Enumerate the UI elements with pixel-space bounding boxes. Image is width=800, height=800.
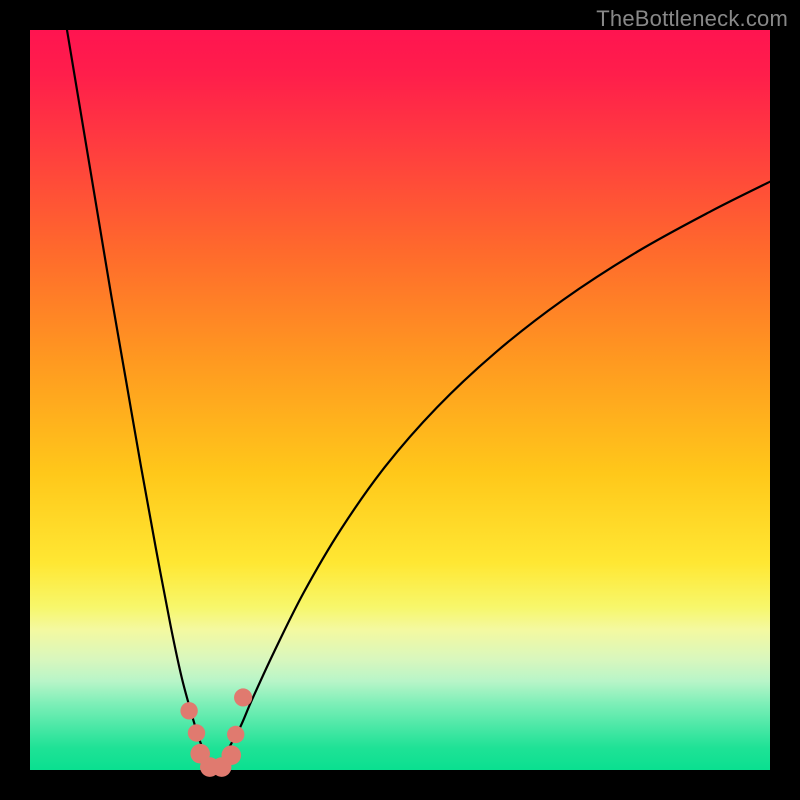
plot-area: [30, 30, 770, 770]
right-branch-curve: [215, 182, 770, 770]
trough-marker: [234, 688, 252, 706]
trough-marker: [180, 702, 197, 719]
trough-marker: [188, 724, 205, 741]
left-branch-curve: [67, 30, 215, 770]
watermark-label: TheBottleneck.com: [596, 6, 788, 32]
curve-layer: [30, 30, 770, 770]
trough-markers: [180, 688, 252, 776]
trough-marker: [221, 745, 241, 765]
chart-frame: TheBottleneck.com: [0, 0, 800, 800]
trough-marker: [227, 726, 244, 743]
